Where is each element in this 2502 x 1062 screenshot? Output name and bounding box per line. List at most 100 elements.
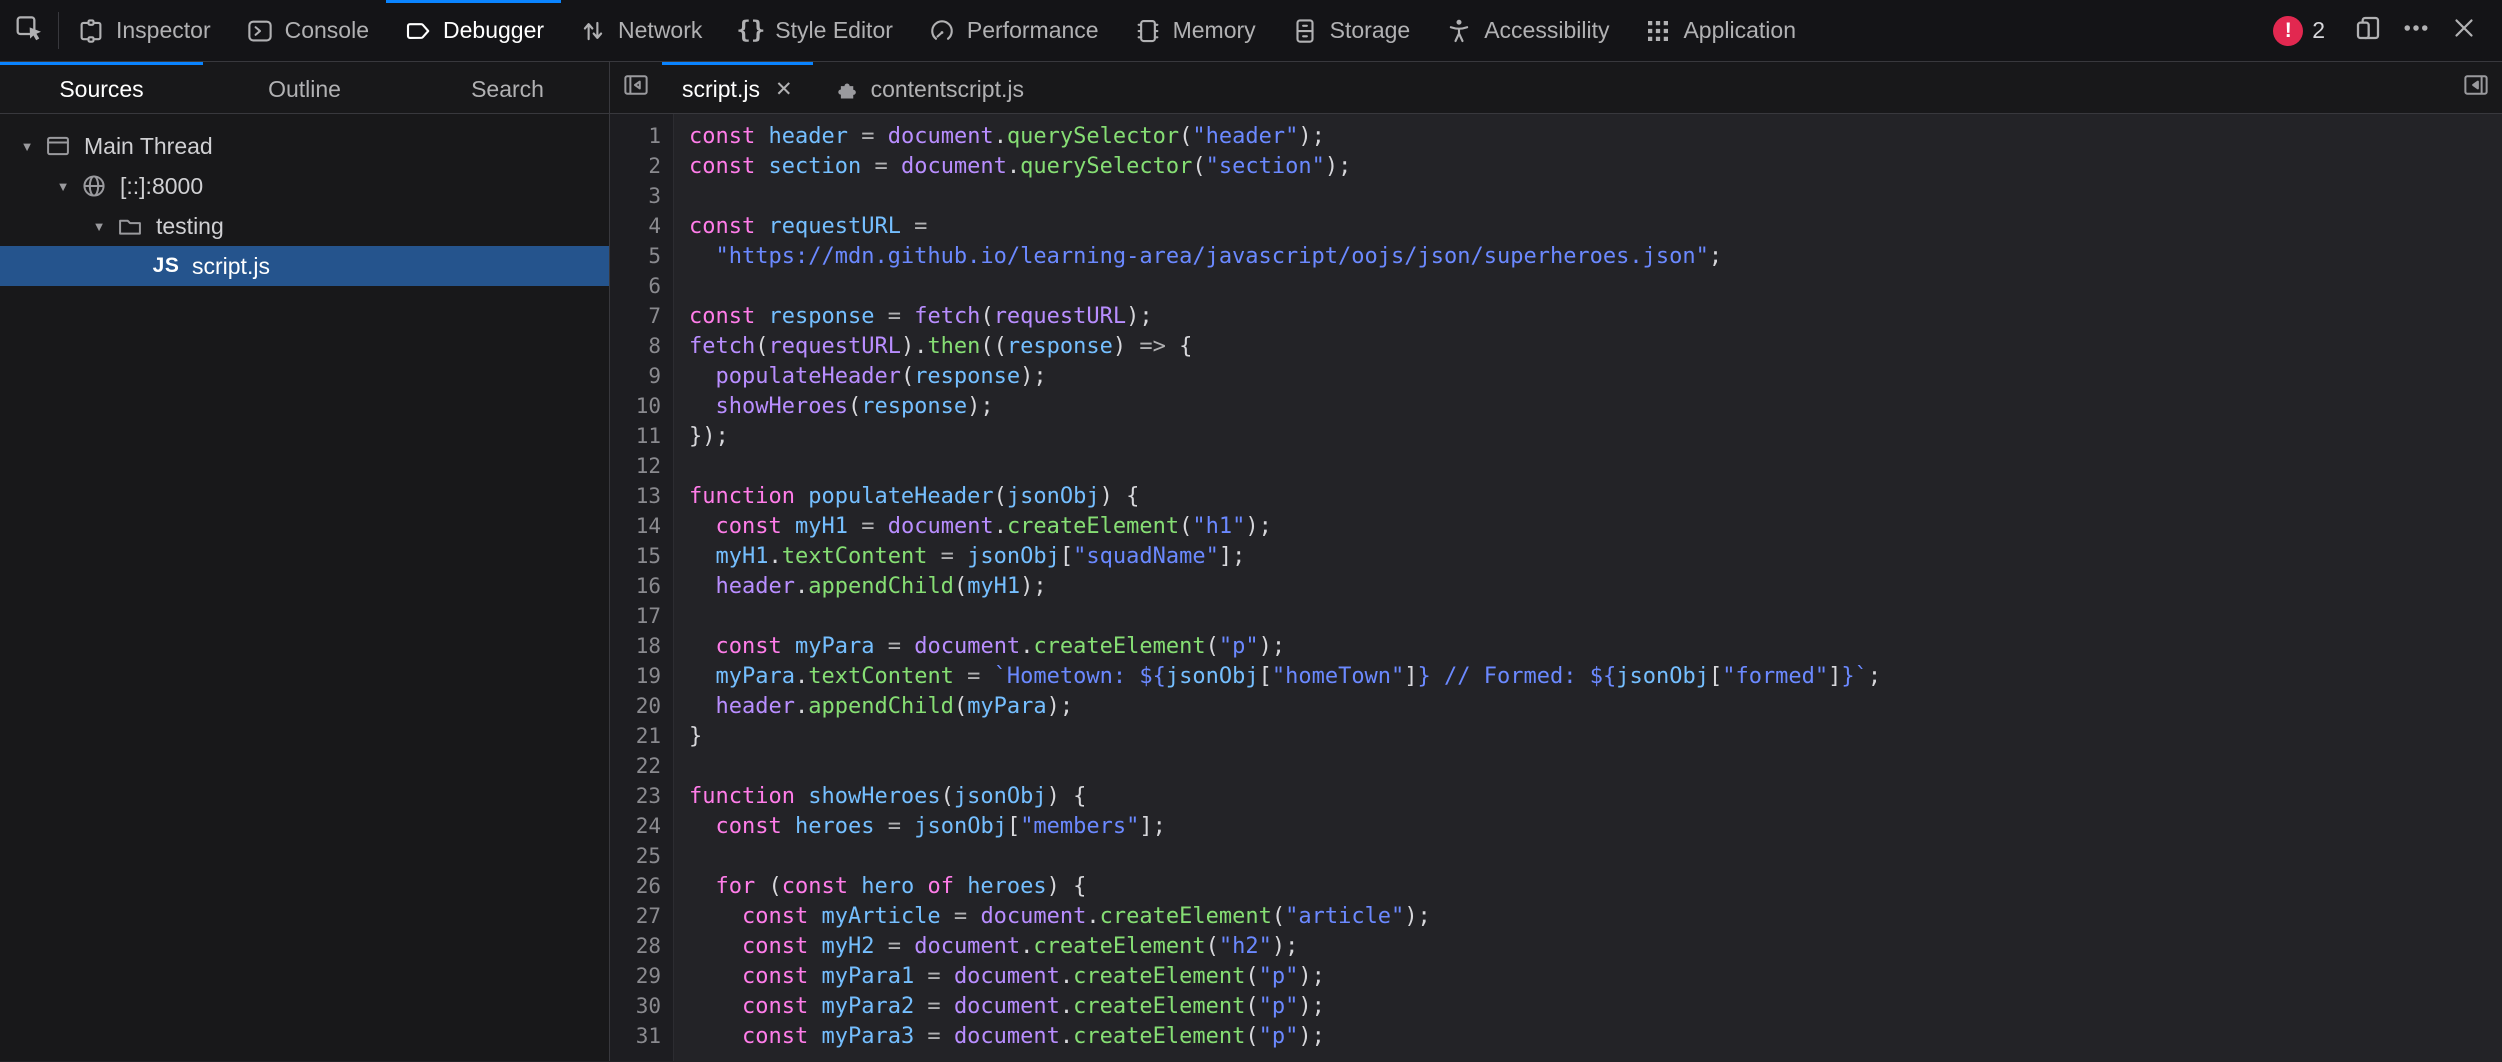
close-tab-icon[interactable]: ✕ xyxy=(775,77,793,102)
code-line-text[interactable]: const myArticle = document.createElement… xyxy=(674,904,1431,929)
line-number[interactable]: 14 xyxy=(610,514,674,538)
code-line: 14 const myH1 = document.createElement("… xyxy=(610,511,2502,541)
line-number[interactable]: 21 xyxy=(610,724,674,748)
tree-item-testing[interactable]: ▼testing xyxy=(0,206,609,246)
line-number[interactable]: 15 xyxy=(610,544,674,568)
code-line-text[interactable]: "https://mdn.github.io/learning-area/jav… xyxy=(674,244,1722,269)
tree-item-main-thread[interactable]: ▼Main Thread xyxy=(0,126,609,166)
collapse-right-panel-button[interactable] xyxy=(2450,62,2502,113)
line-number[interactable]: 17 xyxy=(610,604,674,628)
pick-element-button[interactable] xyxy=(0,0,58,61)
code-line-text[interactable]: showHeroes(response); xyxy=(674,394,994,419)
line-number[interactable]: 13 xyxy=(610,484,674,508)
toolbar-tab-debugger[interactable]: Debugger xyxy=(386,0,561,61)
devtools-toolbar: InspectorConsoleDebugger Network {}Style E… xyxy=(0,0,2502,62)
line-number[interactable]: 26 xyxy=(610,874,674,898)
collapse-sources-panel-button[interactable] xyxy=(610,62,662,113)
code-line: 11}); xyxy=(610,421,2502,451)
toolbar-tab-console[interactable]: Console xyxy=(228,0,386,61)
expand-arrow-icon[interactable]: ▼ xyxy=(14,139,40,154)
code-line-text[interactable]: header.appendChild(myH1); xyxy=(674,574,1047,599)
code-line-text[interactable]: fetch(requestURL).then((response) => { xyxy=(674,334,1192,359)
line-number[interactable]: 9 xyxy=(610,364,674,388)
line-number[interactable]: 30 xyxy=(610,994,674,1018)
tree-item-script-js[interactable]: JSscript.js xyxy=(0,246,609,286)
code-line: 7const response = fetch(requestURL); xyxy=(610,301,2502,331)
code-line-text[interactable]: const myPara2 = document.createElement("… xyxy=(674,994,1325,1019)
toolbar-tab-storage[interactable]: Storage xyxy=(1273,0,1428,61)
line-number[interactable]: 27 xyxy=(610,904,674,928)
line-number[interactable]: 11 xyxy=(610,424,674,448)
line-number[interactable]: 18 xyxy=(610,634,674,658)
code-line-text[interactable]: populateHeader(response); xyxy=(674,364,1047,389)
line-number[interactable]: 29 xyxy=(610,964,674,988)
toolbar-tab-network[interactable]: Network xyxy=(561,0,719,61)
editor-tab-contentscript-js[interactable]: contentscript.js xyxy=(813,62,1044,113)
close-devtools-button[interactable] xyxy=(2440,0,2488,62)
toolbar-tab-memory[interactable]: Memory xyxy=(1116,0,1273,61)
editor-tab-label: script.js xyxy=(682,76,760,103)
editor-tab-script-js[interactable]: script.js ✕ xyxy=(662,62,813,113)
toolbar-tab-application[interactable]: Application xyxy=(1626,0,1813,61)
code-line-text[interactable]: const response = fetch(requestURL); xyxy=(674,304,1153,329)
sidebar-tab-sources[interactable]: Sources xyxy=(0,62,203,113)
line-number[interactable]: 2 xyxy=(610,154,674,178)
line-number[interactable]: 19 xyxy=(610,664,674,688)
code-line-text[interactable]: }); xyxy=(674,424,729,449)
code-line-text[interactable]: const myH2 = document.createElement("h2"… xyxy=(674,934,1298,959)
code-line: 25 xyxy=(610,841,2502,871)
code-line-text[interactable]: for (const hero of heroes) { xyxy=(674,874,1086,899)
line-number[interactable]: 3 xyxy=(610,184,674,208)
toolbar-tab-style-editor[interactable]: {}Style Editor xyxy=(719,0,910,61)
tree-item-label: [::]:8000 xyxy=(120,173,203,200)
toolbar-tab-label: Memory xyxy=(1173,17,1256,44)
code-line-text[interactable]: const requestURL = xyxy=(674,214,927,239)
sidebar-tab-search[interactable]: Search xyxy=(406,62,609,113)
toolbar-tab-inspector[interactable]: Inspector xyxy=(59,0,228,61)
line-number[interactable]: 16 xyxy=(610,574,674,598)
tree-item-8000[interactable]: ▼ [::]:8000 xyxy=(0,166,609,206)
expand-arrow-icon[interactable]: ▼ xyxy=(86,219,112,234)
code-line-text[interactable]: } xyxy=(674,724,702,749)
style-editor-icon: {} xyxy=(736,17,765,44)
line-number[interactable]: 4 xyxy=(610,214,674,238)
code-line-text[interactable]: myPara.textContent = `Hometown: ${jsonOb… xyxy=(674,664,1881,689)
code-line-text[interactable]: myH1.textContent = jsonObj["squadName"]; xyxy=(674,544,1245,569)
line-number[interactable]: 22 xyxy=(610,754,674,778)
line-number[interactable]: 23 xyxy=(610,784,674,808)
code-line-text[interactable]: const header = document.querySelector("h… xyxy=(674,124,1325,149)
code-line-text[interactable]: const myPara3 = document.createElement("… xyxy=(674,1024,1325,1049)
toolbar-tab-performance[interactable]: Performance xyxy=(910,0,1116,61)
line-number[interactable]: 6 xyxy=(610,274,674,298)
error-badge[interactable]: ! xyxy=(2273,16,2303,46)
line-number[interactable]: 7 xyxy=(610,304,674,328)
line-number[interactable]: 24 xyxy=(610,814,674,838)
toolbar-right-controls: ! 2 xyxy=(2273,0,2502,61)
line-number[interactable]: 12 xyxy=(610,454,674,478)
line-number[interactable]: 8 xyxy=(610,334,674,358)
code-line-text[interactable]: const heroes = jsonObj["members"]; xyxy=(674,814,1166,839)
code-line-text[interactable]: function populateHeader(jsonObj) { xyxy=(674,484,1139,509)
code-line-text[interactable]: const myPara = document.createElement("p… xyxy=(674,634,1285,659)
code-line-text[interactable]: const myPara1 = document.createElement("… xyxy=(674,964,1325,989)
toolbar-tab-accessibility[interactable]: Accessibility xyxy=(1427,0,1626,61)
devtools-menu-button[interactable] xyxy=(2392,0,2440,62)
line-number[interactable]: 25 xyxy=(610,844,674,868)
line-number[interactable]: 1 xyxy=(610,124,674,148)
code-line-text[interactable]: function showHeroes(jsonObj) { xyxy=(674,784,1086,809)
line-number[interactable]: 10 xyxy=(610,394,674,418)
toolbar-tab-label: Network xyxy=(618,17,702,44)
code-line-text[interactable]: const section = document.querySelector("… xyxy=(674,154,1351,179)
line-number[interactable]: 20 xyxy=(610,694,674,718)
line-number[interactable]: 28 xyxy=(610,934,674,958)
performance-icon xyxy=(927,16,957,46)
responsive-design-mode-button[interactable] xyxy=(2344,0,2392,62)
code-editor[interactable]: 1const header = document.querySelector("… xyxy=(610,114,2502,1061)
expand-arrow-icon[interactable]: ▼ xyxy=(50,179,76,194)
sidebar-tab-outline[interactable]: Outline xyxy=(203,62,406,113)
code-line-text[interactable]: const myH1 = document.createElement("h1"… xyxy=(674,514,1272,539)
line-number[interactable]: 31 xyxy=(610,1024,674,1048)
line-number[interactable]: 5 xyxy=(610,244,674,268)
code-line: 13function populateHeader(jsonObj) { xyxy=(610,481,2502,511)
code-line-text[interactable]: header.appendChild(myPara); xyxy=(674,694,1073,719)
